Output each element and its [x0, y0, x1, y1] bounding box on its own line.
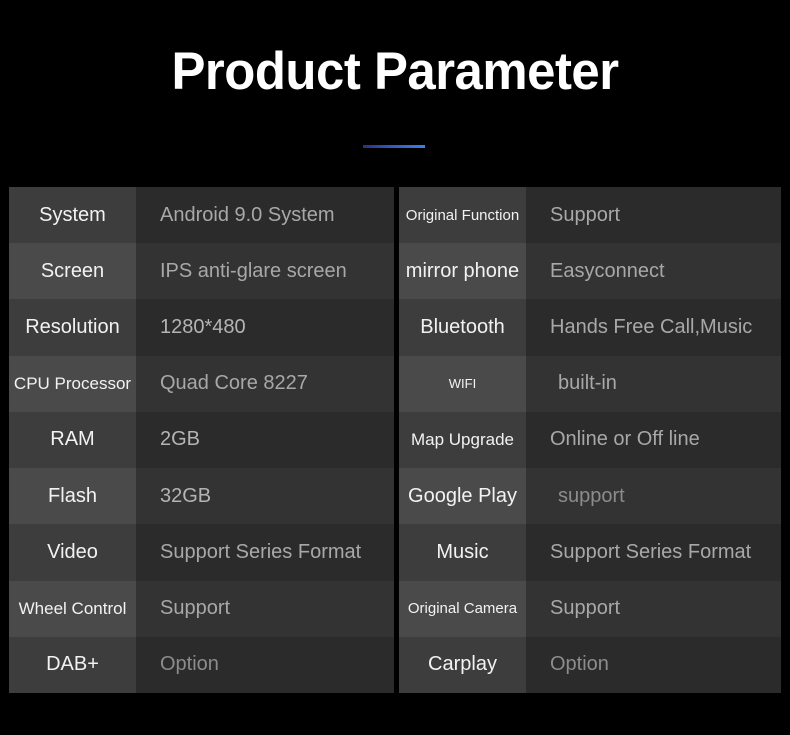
spec-label: System: [9, 187, 136, 244]
spec-label: Bluetooth: [399, 299, 526, 356]
spec-value: support: [526, 468, 781, 525]
spec-label: mirror phone: [399, 243, 526, 300]
table-row: CPU Processor Quad Core 8227: [9, 355, 394, 412]
table-row: Flash 32GB: [9, 468, 394, 525]
spec-label: CPU Processor: [9, 355, 136, 412]
page-header: Product Parameter: [0, 0, 790, 187]
spec-label: WIFI: [399, 355, 526, 412]
spec-value: Support Series Format: [136, 524, 394, 581]
table-row: Resolution 1280*480: [9, 299, 394, 356]
table-row: Map Upgrade Online or Off line: [399, 411, 781, 469]
table-row: Video Support Series Format: [9, 524, 394, 581]
spec-value: Support: [526, 580, 781, 637]
spec-label: Video: [9, 524, 136, 581]
spec-label: Resolution: [9, 299, 136, 356]
table-row: Screen IPS anti-glare screen: [9, 243, 394, 300]
spec-label: Music: [399, 524, 526, 581]
spec-value: Option: [526, 636, 781, 693]
product-parameter-page: Product Parameter System Android 9.0 Sys…: [0, 0, 790, 735]
spec-value: Support: [526, 187, 781, 244]
spec-value: Hands Free Call,Music: [526, 299, 781, 356]
table-row: DAB+ Option: [9, 636, 394, 693]
table-row: RAM 2GB: [9, 411, 394, 469]
table-row: Carplay Option: [399, 636, 781, 693]
spec-value: Quad Core 8227: [136, 355, 394, 412]
table-row: Bluetooth Hands Free Call,Music: [399, 299, 781, 356]
spec-label: RAM: [9, 411, 136, 469]
spec-label: Flash: [9, 468, 136, 525]
spec-value: 32GB: [136, 468, 394, 525]
spec-label: Original Function: [399, 187, 526, 244]
spec-label: Carplay: [399, 636, 526, 693]
spec-table-right: Original Function Support mirror phone E…: [399, 187, 781, 693]
title-underline-accent: [363, 145, 425, 148]
spec-value: Android 9.0 System: [136, 187, 394, 244]
table-row: Google Play support: [399, 468, 781, 525]
spec-value: Online or Off line: [526, 411, 781, 469]
table-row: System Android 9.0 System: [9, 187, 394, 244]
table-row: Original Camera Support: [399, 580, 781, 637]
spec-value: IPS anti-glare screen: [136, 243, 394, 300]
spec-value: Support Series Format: [526, 524, 781, 581]
spec-value: Option: [136, 636, 394, 693]
spec-value: 2GB: [136, 411, 394, 469]
spec-value: built-in: [526, 355, 781, 412]
spec-table-left: System Android 9.0 System Screen IPS ant…: [9, 187, 394, 693]
table-row: Wheel Control Support: [9, 580, 394, 637]
spec-value: Support: [136, 580, 394, 637]
table-row: Original Function Support: [399, 187, 781, 244]
table-row: WIFI built-in: [399, 355, 781, 412]
page-title: Product Parameter: [171, 42, 619, 101]
spec-label: Original Camera: [399, 580, 526, 637]
spec-value: 1280*480: [136, 299, 394, 356]
table-row: Music Support Series Format: [399, 524, 781, 581]
spec-label: Wheel Control: [9, 580, 136, 637]
spec-label: DAB+: [9, 636, 136, 693]
spec-label: Google Play: [399, 468, 526, 525]
spec-label: Map Upgrade: [399, 411, 526, 469]
spec-value: Easyconnect: [526, 243, 781, 300]
table-row: mirror phone Easyconnect: [399, 243, 781, 300]
spec-tables-container: System Android 9.0 System Screen IPS ant…: [0, 187, 790, 693]
spec-label: Screen: [9, 243, 136, 300]
